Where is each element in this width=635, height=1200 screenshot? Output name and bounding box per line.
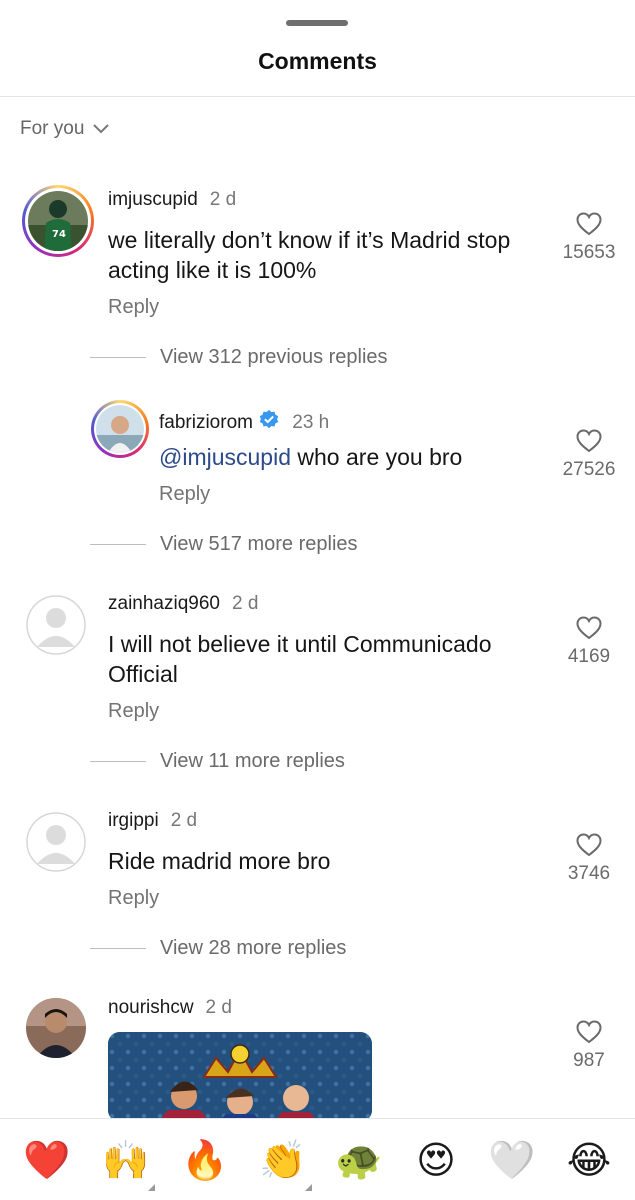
view-replies-button[interactable]: View 517 more replies xyxy=(90,533,358,556)
comment-meta: imjuscupid 2 d xyxy=(108,189,236,211)
avatar-story-ring[interactable]: 74 xyxy=(22,185,94,257)
heart-eyes-emoji-button[interactable]: 😍 xyxy=(411,1135,461,1185)
heart-icon xyxy=(576,616,602,640)
timestamp: 2 d xyxy=(209,189,237,210)
divider xyxy=(90,544,146,545)
white-heart-emoji-button[interactable]: 🤍 xyxy=(487,1135,537,1185)
chevron-down-icon xyxy=(93,124,110,134)
divider xyxy=(90,761,146,762)
view-replies-label: View 312 previous replies xyxy=(160,346,388,368)
like-count: 15653 xyxy=(562,242,616,263)
view-replies-button[interactable]: View 312 previous replies xyxy=(90,346,388,369)
comment-text: Ride madrid more bro xyxy=(108,848,331,874)
comment-image[interactable] xyxy=(108,1032,372,1122)
turtle-emoji-button[interactable]: 🐢 xyxy=(334,1135,384,1185)
like-count: 4169 xyxy=(567,646,611,667)
mention-link[interactable]: @imjuscupid xyxy=(159,444,291,470)
verified-badge-icon xyxy=(260,409,279,429)
fire-emoji-button[interactable]: 🔥 xyxy=(180,1135,230,1185)
skin-tone-indicator xyxy=(305,1184,312,1191)
timestamp: 2 d xyxy=(231,593,259,614)
drag-handle[interactable] xyxy=(286,20,348,26)
username-text: fabriziorom xyxy=(159,412,253,433)
page-title: Comments xyxy=(258,48,377,74)
raising-hands-icon: 🙌 xyxy=(102,1138,150,1182)
view-replies-button[interactable]: View 11 more replies xyxy=(90,750,345,773)
comment-meta: zainhaziq960 2 d xyxy=(108,593,258,615)
like-count: 987 xyxy=(573,1050,605,1071)
reply-button[interactable]: Reply xyxy=(108,296,159,319)
view-replies-label: View 28 more replies xyxy=(160,937,347,959)
like-button[interactable]: 15653 xyxy=(549,212,629,264)
like-button[interactable]: 27526 xyxy=(549,429,629,481)
divider xyxy=(90,948,146,949)
comment-body: who are you bro xyxy=(291,444,463,470)
comments-sheet: Comments For you 74 imjuscupid 2 d we li… xyxy=(0,0,635,1200)
sort-dropdown[interactable]: For you xyxy=(20,118,110,140)
heart-icon xyxy=(576,429,602,453)
timestamp: 2 d xyxy=(205,997,232,1018)
avatar: 74 xyxy=(28,191,88,251)
divider xyxy=(90,357,146,358)
reply-button[interactable]: Reply xyxy=(108,887,159,910)
svg-text:74: 74 xyxy=(52,229,66,240)
view-replies-label: View 11 more replies xyxy=(160,750,345,772)
avatar-story-ring[interactable] xyxy=(91,400,149,458)
username[interactable]: irgippi xyxy=(108,810,159,832)
username[interactable]: fabriziorom xyxy=(159,406,280,434)
emoji-reaction-bar: ❤️ 🙌 🔥 👏 🐢 😍 🤍 😂 xyxy=(0,1118,635,1200)
clapping-hands-icon: 👏 xyxy=(259,1138,307,1182)
like-button[interactable]: 987 xyxy=(549,1020,629,1072)
skin-tone-indicator xyxy=(148,1184,155,1191)
comment-meta: nourishcw 2 d xyxy=(108,997,232,1019)
avatar xyxy=(96,405,144,453)
heart-icon xyxy=(576,1020,602,1044)
avatar[interactable] xyxy=(26,812,86,872)
clapping-hands-emoji-button[interactable]: 👏 xyxy=(258,1135,312,1191)
username[interactable]: zainhaziq960 xyxy=(108,593,220,615)
sort-label: For you xyxy=(20,118,85,139)
red-heart-emoji-button[interactable]: ❤️ xyxy=(22,1135,72,1185)
avatar[interactable] xyxy=(26,595,86,655)
timestamp: 23 h xyxy=(292,412,330,433)
divider xyxy=(0,96,635,97)
reply-button[interactable]: Reply xyxy=(108,700,159,723)
username[interactable]: nourishcw xyxy=(108,997,194,1019)
username[interactable]: imjuscupid xyxy=(108,189,198,211)
heart-icon xyxy=(576,212,602,236)
like-button[interactable]: 3746 xyxy=(549,833,629,885)
avatar[interactable] xyxy=(26,998,86,1058)
comment-meta: irgippi 2 d xyxy=(108,810,197,832)
raising-hands-emoji-button[interactable]: 🙌 xyxy=(101,1135,155,1191)
like-button[interactable]: 4169 xyxy=(549,616,629,668)
like-count: 27526 xyxy=(562,459,616,480)
like-count: 3746 xyxy=(567,863,611,884)
reply-button[interactable]: Reply xyxy=(159,483,210,506)
tears-of-joy-emoji-button[interactable]: 😂 xyxy=(564,1135,614,1185)
comment-text: I will not believe it until Communicado … xyxy=(108,631,492,687)
view-replies-label: View 517 more replies xyxy=(160,533,358,555)
timestamp: 2 d xyxy=(170,810,198,831)
heart-icon xyxy=(576,833,602,857)
view-replies-button[interactable]: View 28 more replies xyxy=(90,937,346,960)
comment-text: we literally don’t know if it’s Madrid s… xyxy=(108,227,511,283)
comment-text: @imjuscupid who are you bro xyxy=(159,442,519,472)
comment-meta: fabriziorom 23 h xyxy=(159,406,329,434)
